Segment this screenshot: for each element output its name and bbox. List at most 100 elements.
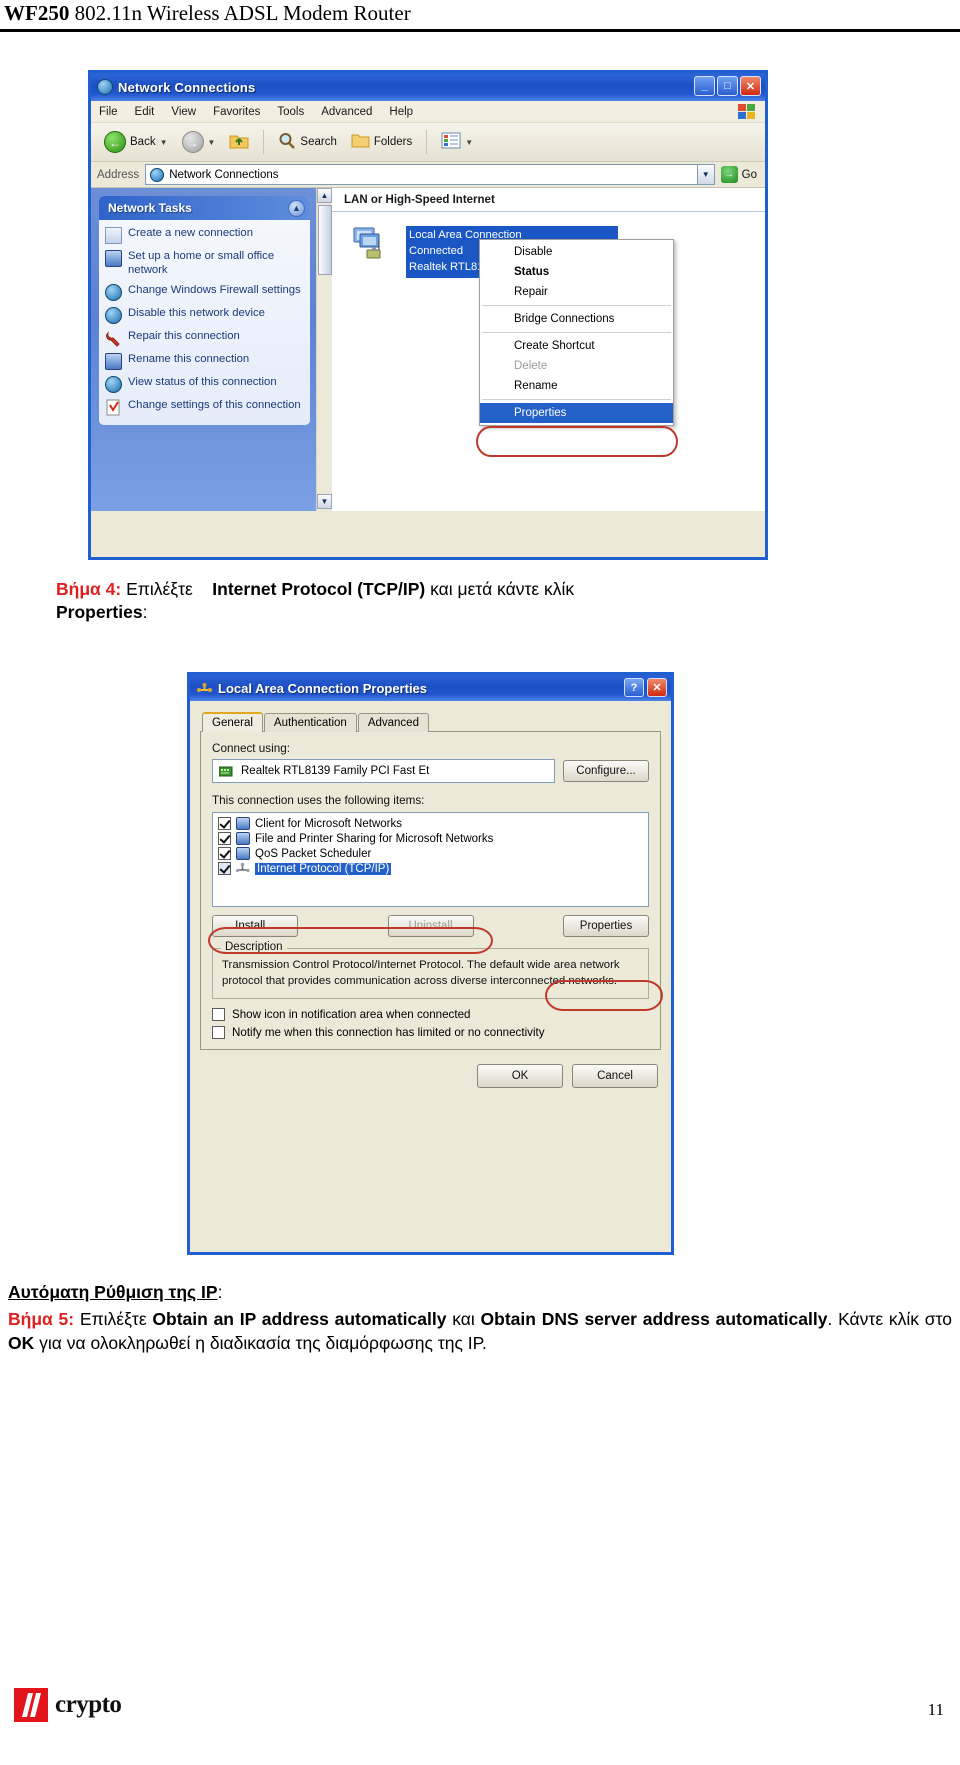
list-item-client-ms-networks[interactable]: Client for Microsoft Networks: [216, 816, 646, 831]
scroll-down-button[interactable]: ▼: [317, 494, 332, 509]
context-menu-item-rename[interactable]: Rename: [480, 376, 673, 396]
context-menu-item-status[interactable]: Status: [480, 262, 673, 282]
checkbox-file-printer-sharing[interactable]: [218, 832, 231, 845]
menu-item-file[interactable]: File: [99, 106, 118, 118]
window-controls: _ □ ✕: [694, 76, 761, 96]
up-one-level-button[interactable]: [224, 130, 254, 155]
ok-button[interactable]: OK: [477, 1064, 563, 1089]
sidebar-item-setup-home-network[interactable]: Set up a home or small office network: [105, 249, 306, 278]
menu-item-view[interactable]: View: [171, 106, 196, 118]
tab-authentication[interactable]: Authentication: [263, 713, 357, 732]
cancel-button[interactable]: Cancel: [572, 1064, 658, 1089]
change-settings-icon: [105, 399, 122, 416]
notify-option[interactable]: Notify me when this connection has limit…: [212, 1026, 649, 1040]
uninstall-button: Uninstall: [387, 915, 474, 937]
menu-item-favorites[interactable]: Favorites: [213, 106, 260, 118]
header-model: WF250: [4, 1, 70, 25]
document-header-title: WF250 802.11n Wireless ADSL Modem Router: [4, 1, 411, 26]
list-item-internet-protocol-tcpip[interactable]: Internet Protocol (TCP/IP): [216, 861, 646, 876]
menu-item-tools[interactable]: Tools: [277, 106, 304, 118]
network-tasks-list: Create a new connection Set up a home or…: [99, 220, 310, 425]
forward-button[interactable]: → ▼: [177, 129, 221, 155]
back-dropdown-caret-icon[interactable]: ▼: [160, 138, 168, 147]
scroll-thumb[interactable]: [317, 205, 332, 275]
list-item-label: QoS Packet Scheduler: [255, 847, 372, 860]
sidebar-item-change-firewall-settings[interactable]: Change Windows Firewall settings: [105, 283, 306, 301]
configure-button[interactable]: Configure...: [563, 760, 649, 782]
toolbar: ← Back ▼ → ▼ Search Folders ▼: [91, 123, 765, 162]
sidebar-item-rename-connection[interactable]: Rename this connection: [105, 352, 306, 370]
context-menu-item-properties[interactable]: Properties: [480, 403, 673, 423]
search-button[interactable]: Search: [273, 130, 341, 155]
sidebar-item-view-status[interactable]: View status of this connection: [105, 375, 306, 393]
auto-ip-heading-colon: :: [217, 1282, 223, 1302]
checkbox-notify-limited-connectivity[interactable]: [212, 1026, 225, 1040]
list-item-qos-packet-scheduler[interactable]: QoS Packet Scheduler: [216, 846, 646, 861]
network-tasks-header[interactable]: Network Tasks ▲: [99, 196, 310, 220]
list-item-file-printer-sharing[interactable]: File and Printer Sharing for Microsoft N…: [216, 831, 646, 846]
sidebar-item-label: Rename this connection: [128, 352, 250, 365]
help-button[interactable]: ?: [624, 678, 644, 697]
context-menu-item-bridge-connections[interactable]: Bridge Connections: [480, 309, 673, 329]
page-number: 11: [927, 1700, 944, 1719]
views-dropdown-caret-icon[interactable]: ▼: [465, 138, 473, 147]
context-menu-item-create-shortcut[interactable]: Create Shortcut: [480, 336, 673, 356]
step-5-bold-server-address: server address automatically: [584, 1308, 828, 1329]
close-button[interactable]: ✕: [740, 76, 761, 96]
firewall-icon: [105, 283, 122, 301]
step-4-text-2: και μετά κάντε κλίκ: [430, 579, 575, 599]
step-5-bold-ok: OK: [8, 1333, 35, 1353]
context-menu-separator-2: [482, 332, 671, 333]
tab-general[interactable]: General: [202, 712, 263, 732]
back-button[interactable]: ← Back ▼: [99, 129, 173, 155]
context-menu-item-repair[interactable]: Repair: [480, 282, 673, 302]
dialog-window-controls: ? ✕: [624, 678, 667, 697]
checkbox-qos-packet-scheduler[interactable]: [218, 847, 231, 860]
address-input[interactable]: Network Connections ▼: [145, 164, 715, 185]
tcpip-icon: [235, 862, 250, 875]
sidebar-item-create-new-connection[interactable]: Create a new connection: [105, 226, 306, 244]
window-title: Network Connections: [118, 79, 256, 95]
rename-icon: [105, 352, 122, 370]
checkbox-client-ms-networks[interactable]: [218, 817, 231, 830]
new-connection-icon: [105, 227, 122, 244]
network-tasks-panel: Network Tasks ▲ Create a new connection …: [99, 196, 310, 425]
checkbox-internet-protocol-tcpip[interactable]: [218, 862, 231, 875]
go-button[interactable]: → Go: [720, 166, 765, 183]
network-tasks-sidebar: Network Tasks ▲ Create a new connection …: [91, 188, 316, 511]
context-menu-item-disable[interactable]: Disable: [480, 242, 673, 262]
sidebar-item-disable-network-device[interactable]: Disable this network device: [105, 306, 306, 324]
header-divider: [0, 29, 960, 32]
go-arrow-icon: →: [720, 166, 738, 183]
forward-dropdown-caret-icon[interactable]: ▼: [208, 138, 216, 147]
item-properties-button[interactable]: Properties: [563, 915, 649, 937]
folders-button[interactable]: Folders: [346, 131, 417, 154]
tab-advanced[interactable]: Advanced: [357, 713, 429, 732]
show-icon-option[interactable]: Show icon in notification area when conn…: [212, 1008, 649, 1022]
views-button[interactable]: ▼: [436, 130, 478, 154]
sidebar-item-repair-connection[interactable]: Repair this connection: [105, 329, 306, 347]
folders-icon: [351, 133, 370, 152]
maximize-button[interactable]: □: [717, 76, 738, 96]
network-items-listbox[interactable]: Client for Microsoft Networks File and P…: [212, 812, 649, 907]
step-4-label: Βήμα 4:: [56, 579, 122, 599]
dialog-tabs: General Authentication Advanced: [202, 709, 661, 732]
menu-item-edit[interactable]: Edit: [135, 106, 155, 118]
description-text: Transmission Control Protocol/Internet P…: [222, 959, 620, 988]
sidebar-item-label: Change settings of this connection: [128, 398, 301, 411]
step-4-text-3: :: [142, 602, 148, 623]
sidebar-item-change-settings[interactable]: Change settings of this connection: [105, 398, 306, 416]
explorer-scrollbar[interactable]: ▲ ▼: [316, 188, 332, 511]
collapse-chevron-icon[interactable]: ▲: [288, 199, 305, 217]
install-button[interactable]: Install...: [212, 915, 298, 937]
step-5-text-kai: και: [452, 1308, 475, 1329]
checkbox-show-icon-notification[interactable]: [212, 1008, 225, 1022]
menu-item-help[interactable]: Help: [389, 106, 413, 118]
minimize-button[interactable]: _: [694, 76, 715, 96]
scroll-up-button[interactable]: ▲: [317, 188, 332, 203]
address-dropdown-icon[interactable]: ▼: [696, 165, 714, 184]
folder-up-icon: [229, 132, 249, 153]
step-4-text-1: Επιλέξτε: [126, 579, 193, 599]
menu-item-advanced[interactable]: Advanced: [321, 106, 372, 118]
dialog-close-button[interactable]: ✕: [647, 678, 667, 697]
